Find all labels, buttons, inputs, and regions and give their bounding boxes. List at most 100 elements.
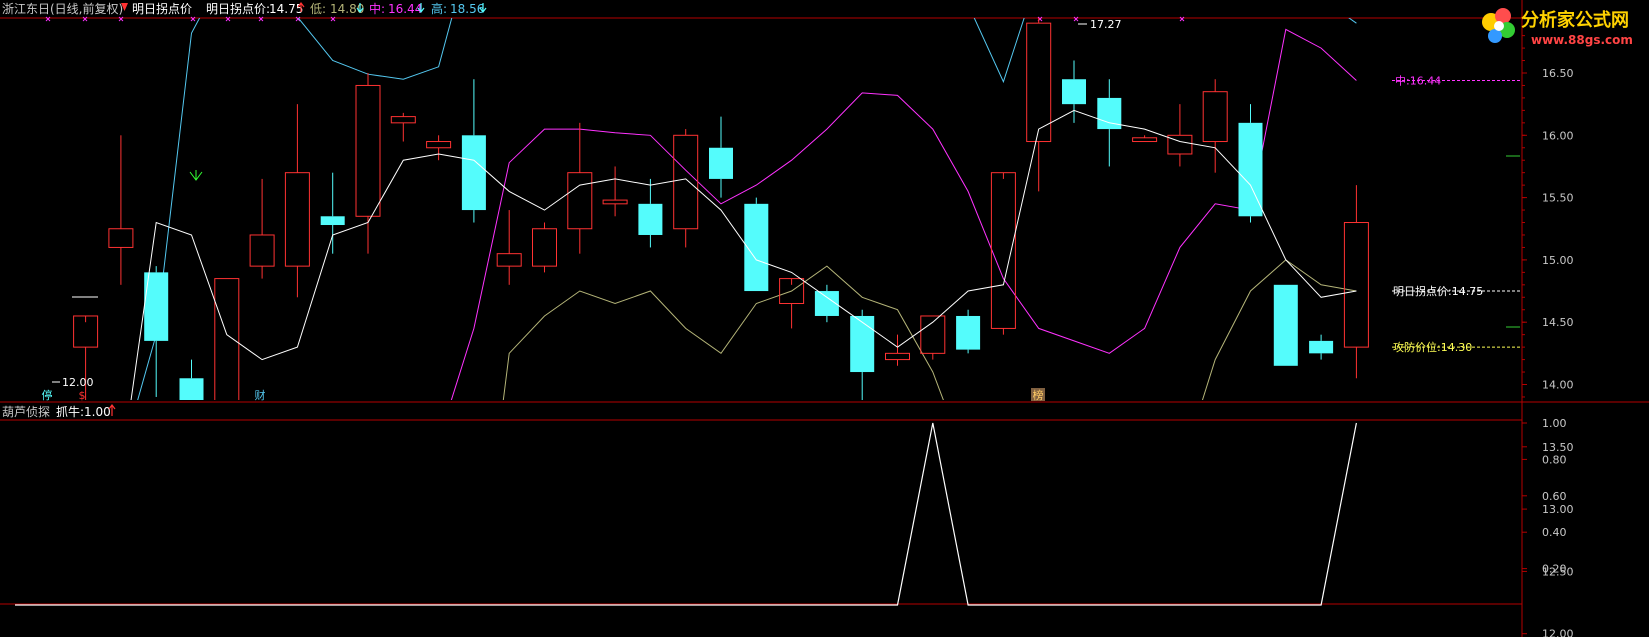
candle[interactable] — [179, 359, 204, 453]
chart-title: 浙江东日(日线,前复权) — [2, 1, 123, 16]
signal-label: 抓牛: — [56, 404, 84, 419]
candle[interactable] — [214, 278, 240, 460]
price-tick-label: 14.50 — [1542, 316, 1574, 329]
candle-body — [1309, 340, 1334, 354]
candle[interactable] — [390, 112, 416, 142]
candle-body — [638, 203, 663, 235]
buy-arrow-icon — [189, 170, 203, 181]
low-mark-label: 12.00 — [62, 376, 94, 389]
chart-canvas[interactable]: 浙江东日(日线,前复权) 明日拐点价 明日拐点价:14.75 低: 14.80 中: 16.… — [0, 0, 1649, 637]
candle[interactable] — [673, 129, 699, 248]
candle[interactable] — [709, 116, 733, 198]
candle-body — [1343, 222, 1369, 348]
candle[interactable] — [1167, 104, 1193, 167]
logo-url: www.88gs.com — [1531, 33, 1633, 47]
candle[interactable] — [461, 79, 486, 223]
candle-body — [709, 147, 733, 179]
candle[interactable] — [638, 178, 663, 248]
event-tag: 停 — [42, 388, 53, 402]
event-tag: 榜 — [1033, 388, 1044, 402]
candle[interactable] — [426, 135, 452, 161]
candle[interactable] — [108, 135, 134, 285]
candle[interactable] — [744, 197, 769, 292]
low-value: 14.80 — [330, 2, 364, 16]
candle[interactable] — [355, 73, 381, 254]
candle[interactable] — [990, 172, 1016, 335]
candle[interactable] — [3, 584, 27, 603]
mid-value: 16.44 — [388, 2, 422, 16]
candle[interactable] — [284, 104, 310, 298]
candle-body — [426, 141, 452, 149]
candle[interactable] — [850, 309, 875, 403]
candle-body — [38, 611, 62, 631]
sub-tick-label: 0.60 — [1542, 490, 1567, 503]
candle-body — [1202, 91, 1228, 143]
upper-band-line — [137, 18, 1357, 400]
candle-body — [355, 84, 381, 217]
candle-body — [567, 172, 593, 230]
candle-body — [179, 378, 204, 400]
price-tick-label: 12.00 — [1542, 628, 1574, 637]
high-value: 18.56 — [450, 2, 484, 16]
candle-body — [1026, 22, 1052, 143]
candle[interactable] — [602, 166, 628, 217]
candle-body — [956, 315, 981, 350]
sub-indicator-name: 葫芦侦探 — [2, 405, 50, 419]
pivot-label: 明日拐点价: — [206, 1, 270, 16]
candle[interactable] — [885, 334, 910, 366]
candle[interactable] — [38, 528, 62, 634]
price-tick-label: 16.00 — [1542, 129, 1574, 142]
candle-body — [461, 135, 486, 211]
candle[interactable] — [1309, 334, 1334, 360]
candle-body — [990, 172, 1016, 329]
signal-line — [15, 422, 1357, 606]
candle[interactable] — [1132, 135, 1158, 143]
candle-body — [673, 134, 699, 230]
candle[interactable] — [567, 122, 593, 254]
moving-average-line — [130, 109, 1357, 400]
candle-body — [885, 352, 910, 361]
price-tick-label: 13.00 — [1542, 503, 1574, 516]
candle[interactable] — [1238, 104, 1263, 223]
chart-window: 浙江东日(日线,前复权) 明日拐点价 明日拐点价: 14.75 低: 14.80 中: 16.… — [0, 0, 1649, 637]
candle[interactable] — [1273, 284, 1298, 366]
defense-level-label: 攻防价位:14.30 — [1393, 340, 1472, 354]
logo: 分析家公式网 www.88gs.com — [1469, 0, 1649, 52]
candle[interactable] — [496, 210, 522, 285]
candle[interactable] — [1343, 185, 1369, 379]
sub-tick-label: 0.40 — [1542, 526, 1567, 539]
pivot-level-label: 明日拐点价:14.75 — [1393, 284, 1483, 298]
candle-body — [1132, 137, 1158, 143]
price-tick-label: 15.00 — [1542, 254, 1574, 267]
price-tick-label: 14.00 — [1542, 379, 1574, 392]
candle[interactable] — [532, 222, 557, 273]
candle-body — [108, 228, 134, 248]
candle[interactable] — [1202, 79, 1228, 173]
candle[interactable] — [144, 266, 169, 397]
mid-band-line — [450, 28, 1357, 400]
lower-band-line — [502, 259, 1357, 400]
candle[interactable] — [249, 178, 275, 279]
logo-flower-icon — [1482, 8, 1515, 43]
price-tick-label: 13.50 — [1542, 441, 1574, 454]
sub-tick-label: 1.00 — [1542, 417, 1567, 430]
candle[interactable] — [320, 172, 345, 254]
candle-body — [532, 228, 557, 267]
high-label: 高: — [431, 1, 447, 16]
price-tick-label: 15.50 — [1542, 192, 1574, 205]
candle[interactable] — [779, 278, 805, 329]
event-tag: $ — [79, 389, 86, 402]
logo-text: 分析家公式网 — [1521, 9, 1629, 31]
sub-tick-label: 0.80 — [1542, 453, 1567, 466]
candle[interactable] — [956, 309, 981, 354]
candle-body — [850, 315, 875, 373]
candle-body — [602, 199, 628, 205]
candle-body — [320, 216, 345, 226]
candle-body — [284, 172, 310, 267]
candle-body — [249, 234, 275, 267]
high-mark-label: 17.27 — [1090, 18, 1122, 31]
candle-body — [1062, 79, 1086, 105]
candle-body — [496, 253, 522, 267]
candle[interactable] — [1026, 0, 1052, 192]
mid-level-label: 中:16.44 — [1395, 74, 1441, 87]
